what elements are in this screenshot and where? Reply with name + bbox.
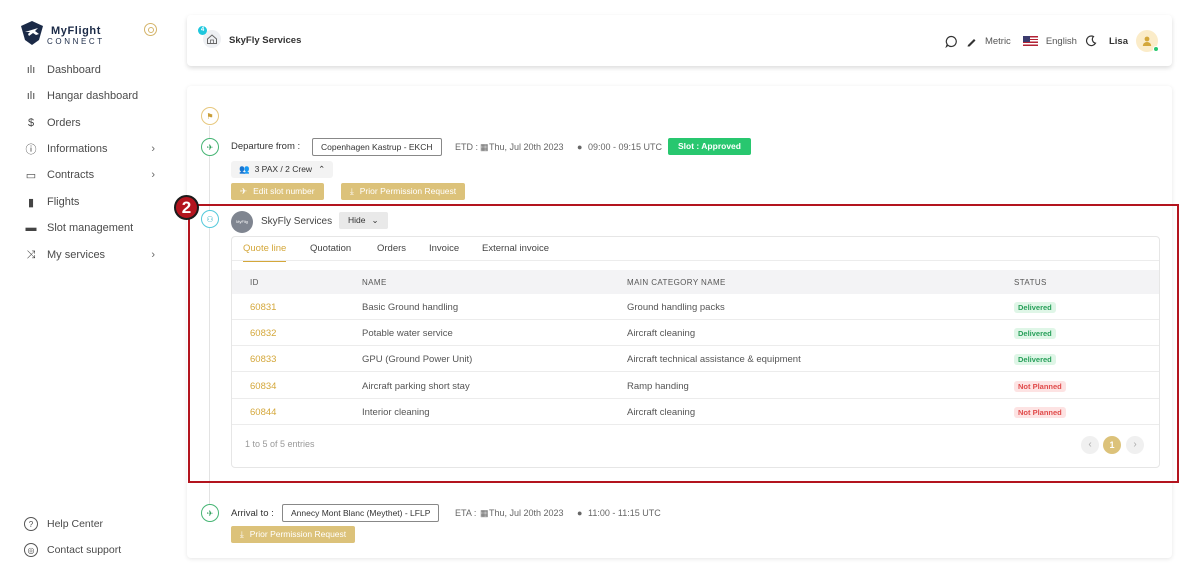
bar-chart-icon: ılı <box>26 90 36 102</box>
plane-icon: ✈ <box>240 186 248 196</box>
eta-label: ETA : <box>455 508 477 518</box>
lifebuoy-icon: ◎ <box>24 543 38 557</box>
edit-slot-number-label: Edit slot number <box>253 186 315 196</box>
info-icon: ⓘ <box>25 144 37 156</box>
download-icon: ⤓ <box>240 529 244 539</box>
ruler-pencil-icon[interactable] <box>966 36 977 47</box>
pax-crew-toggle[interactable]: 👥 3 PAX / 2 Crew ⌃ <box>231 161 334 178</box>
us-flag-icon <box>1022 36 1038 46</box>
departure-ppr-button[interactable]: ⤓ Prior Permission Request <box>341 183 466 200</box>
bar-chart-icon: ılı <box>26 64 36 76</box>
sidebar-item-label: Slot management <box>47 222 134 234</box>
arrival-date: Thu, Jul 20th 2023 <box>489 508 564 518</box>
sidebar-item-my-services[interactable]: ⤨ My services › <box>24 245 160 265</box>
flag-icon: ⚑ <box>201 107 219 125</box>
folder-icon: ▭ <box>25 169 37 182</box>
laptop-icon: ▬ <box>25 222 37 234</box>
sidebar-item-hangar-dashboard[interactable]: ılı Hangar dashboard <box>24 86 160 106</box>
company-name: SkyFly Services <box>229 35 302 46</box>
dollar-icon: $ <box>27 117 35 129</box>
briefcase-icon: ▮ <box>27 196 35 209</box>
chevron-right-icon: › <box>151 169 155 181</box>
landing-icon: ✈ <box>201 504 219 522</box>
takeoff-icon: ✈ <box>201 138 219 156</box>
sidebar-item-contracts[interactable]: ▭ Contracts › <box>24 165 160 185</box>
help-center-link[interactable]: ? Help Center <box>24 517 103 531</box>
departure-time: 09:00 - 09:15 UTC <box>588 142 663 152</box>
calendar-icon: ▦ <box>480 142 489 152</box>
arrival-time: 11:00 - 11:15 UTC <box>588 508 661 518</box>
sidebar-item-label: My services <box>47 249 106 261</box>
slot-status-badge: Slot : Approved <box>668 138 751 155</box>
moon-icon[interactable] <box>1085 35 1097 47</box>
user-icon <box>1142 36 1152 46</box>
sidebar-item-label: Hangar dashboard <box>47 90 139 102</box>
help-icon: ? <box>24 517 38 531</box>
sidebar-item-label: Orders <box>47 117 81 129</box>
arrival-ppr-button[interactable]: ⤓ Prior Permission Request <box>231 526 356 543</box>
sidebar-collapse-icon[interactable] <box>144 23 157 36</box>
download-icon: ⤓ <box>350 186 354 196</box>
brand-name: MyFlight <box>51 25 102 37</box>
sidebar-item-label: Informations <box>47 143 108 155</box>
user-name[interactable]: Lisa <box>1109 36 1128 47</box>
header-actions: Metric English Lisa <box>945 29 1159 53</box>
pax-crew-label: 3 PAX / 2 Crew <box>254 164 313 174</box>
top-header: 4 SkyFly Services Metric English Lisa <box>187 15 1172 66</box>
ppr-label: Prior Permission Request <box>249 529 347 539</box>
notification-badge: 4 <box>198 26 207 35</box>
arrival-label: Arrival to : <box>231 508 274 519</box>
ppr-label: Prior Permission Request <box>359 186 457 196</box>
user-avatar[interactable] <box>1136 30 1159 52</box>
language-label[interactable]: English <box>1046 36 1077 47</box>
edit-slot-number-button[interactable]: ✈ Edit slot number <box>231 183 324 200</box>
departure-airport: Copenhagen Kastrup - EKCH <box>312 138 442 156</box>
clock-icon: ● <box>577 142 583 152</box>
help-center-label: Help Center <box>47 518 104 530</box>
sidebar-item-dashboard[interactable]: ılı Dashboard <box>24 60 160 80</box>
sidebar-item-flights[interactable]: ▮ Flights <box>24 192 160 212</box>
departure-label: Departure from : <box>231 141 301 152</box>
brand-subname: CONNECT <box>47 37 105 46</box>
contact-support-label: Contact support <box>47 544 122 556</box>
sidebar-item-label: Dashboard <box>47 64 101 76</box>
plane-logo-icon <box>21 21 43 45</box>
etd-label: ETD : <box>455 142 479 152</box>
chat-icon[interactable] <box>945 35 958 48</box>
sidebar-item-label: Contracts <box>47 169 95 181</box>
online-status-dot <box>1153 46 1159 52</box>
chevron-up-icon: ⌃ <box>318 164 326 174</box>
contact-support-link[interactable]: ◎ Contact support <box>24 543 121 557</box>
sidebar-item-slot-management[interactable]: ▬ Slot management <box>24 218 160 238</box>
arrival-airport: Annecy Mont Blanc (Meythet) - LFLP <box>282 504 440 522</box>
annotation-number: 2 <box>174 195 199 220</box>
chevron-right-icon: › <box>151 249 155 261</box>
calendar-icon: ▦ <box>480 508 489 518</box>
users-icon: 👥 <box>239 164 250 174</box>
clock-icon: ● <box>577 508 583 518</box>
annotation-highlight-box <box>188 204 1179 483</box>
departure-date: Thu, Jul 20th 2023 <box>489 142 564 152</box>
sidebar: MyFlight CONNECT ılı Dashboard ılı Hanga… <box>0 0 170 568</box>
brand-logo[interactable]: MyFlight CONNECT <box>20 20 130 50</box>
sidebar-item-informations[interactable]: ⓘ Informations › <box>24 139 160 159</box>
sidebar-item-label: Flights <box>47 196 80 208</box>
chevron-right-icon: › <box>151 143 155 155</box>
unit-system-label[interactable]: Metric <box>985 36 1011 47</box>
shuffle-icon: ⤨ <box>26 248 36 261</box>
sidebar-item-orders[interactable]: $ Orders <box>24 113 160 133</box>
